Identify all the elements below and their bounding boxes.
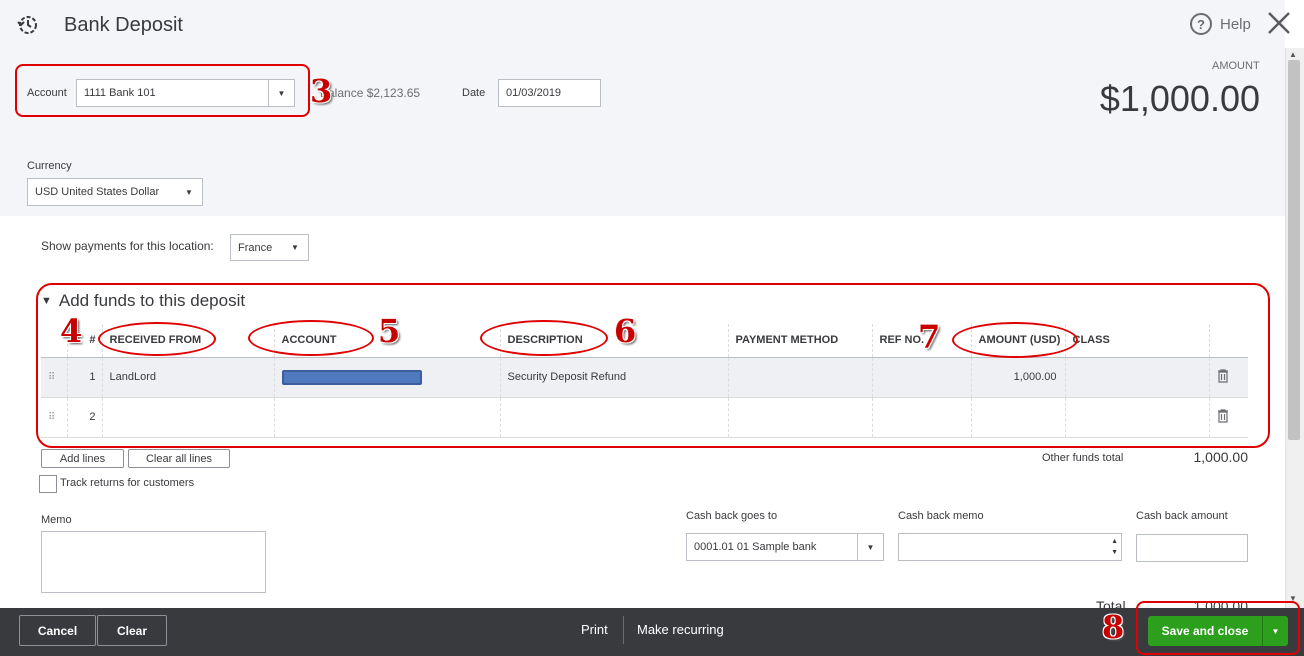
chevron-down-icon[interactable]: ▼ — [282, 235, 308, 260]
annotation-oval-amount — [952, 322, 1078, 358]
other-funds-total-value: 1,000.00 — [1193, 449, 1249, 465]
annotation-number: 3 — [310, 72, 333, 110]
title-bar: Bank Deposit ? Help — [0, 0, 1304, 50]
annotation-oval-description — [480, 320, 608, 356]
currency-select[interactable]: USD United States Dollar ▼ — [27, 178, 203, 206]
annotation-number: 4 — [60, 312, 83, 350]
help-icon: ? — [1190, 13, 1212, 35]
memo-field[interactable] — [41, 531, 266, 593]
amount-value: $1,000.00 — [1099, 78, 1260, 119]
track-returns-label: Track returns for customers — [60, 477, 195, 489]
footer-divider — [623, 616, 624, 644]
cash-back-account-value: 0001.01 01 Sample bank — [694, 541, 817, 553]
annotation-number: 6 — [614, 312, 637, 350]
cash-back-memo-field[interactable]: ▲ ▼ — [898, 533, 1122, 561]
cash-back-account-select[interactable]: 0001.01 01 Sample bank ▼ — [686, 533, 884, 561]
clear-button[interactable]: Clear — [97, 615, 167, 646]
scroll-up-icon[interactable]: ▲ — [1289, 50, 1297, 59]
annotation-number: 7 — [918, 318, 941, 356]
clear-all-lines-button[interactable]: Clear all lines — [128, 449, 230, 468]
memo-label: Memo — [41, 514, 72, 526]
location-label: Show payments for this location: — [41, 239, 214, 253]
track-returns-checkbox[interactable] — [39, 475, 57, 493]
date-field[interactable]: 01/03/2019 — [498, 79, 601, 107]
cash-back-amount-label: Cash back amount — [1136, 510, 1228, 522]
date-label: Date — [462, 87, 486, 99]
currency-label: Currency — [27, 160, 72, 172]
page-title: Bank Deposit — [64, 14, 183, 36]
add-lines-button[interactable]: Add lines — [41, 449, 124, 468]
scrollbar-thumb[interactable] — [1288, 60, 1300, 440]
annotation-number: 8 — [1102, 608, 1125, 646]
annotation-oval-account — [248, 320, 374, 356]
make-recurring-link[interactable]: Make recurring — [637, 622, 724, 637]
other-funds-total-label: Other funds total — [1042, 452, 1124, 464]
annotation-box-save — [1136, 601, 1300, 655]
print-link[interactable]: Print — [581, 622, 608, 637]
annotation-number: 5 — [378, 312, 401, 350]
location-value: France — [238, 241, 273, 254]
balance-text: Balance $2,123.65 — [320, 86, 421, 100]
help-label: Help — [1220, 15, 1251, 33]
chevron-down-icon[interactable]: ▼ — [176, 179, 202, 205]
annotation-box-funds — [36, 283, 1270, 448]
spinner-icon[interactable]: ▲ ▼ — [1111, 536, 1118, 558]
close-icon[interactable] — [1266, 10, 1292, 36]
annotation-box-account — [15, 64, 310, 117]
amount-label: AMOUNT — [1212, 60, 1260, 72]
cash-back-memo-label: Cash back memo — [898, 510, 984, 522]
cancel-button[interactable]: Cancel — [19, 615, 96, 646]
history-icon[interactable] — [16, 13, 40, 37]
cash-back-goes-to-label: Cash back goes to — [686, 510, 778, 522]
location-select[interactable]: France ▼ — [230, 234, 309, 261]
help-button[interactable]: ? Help — [1190, 13, 1251, 35]
cash-back-amount-field[interactable] — [1136, 534, 1248, 562]
currency-value: USD United States Dollar — [35, 186, 160, 198]
chevron-down-icon[interactable]: ▼ — [857, 534, 883, 560]
annotation-oval-received-from — [98, 322, 216, 356]
